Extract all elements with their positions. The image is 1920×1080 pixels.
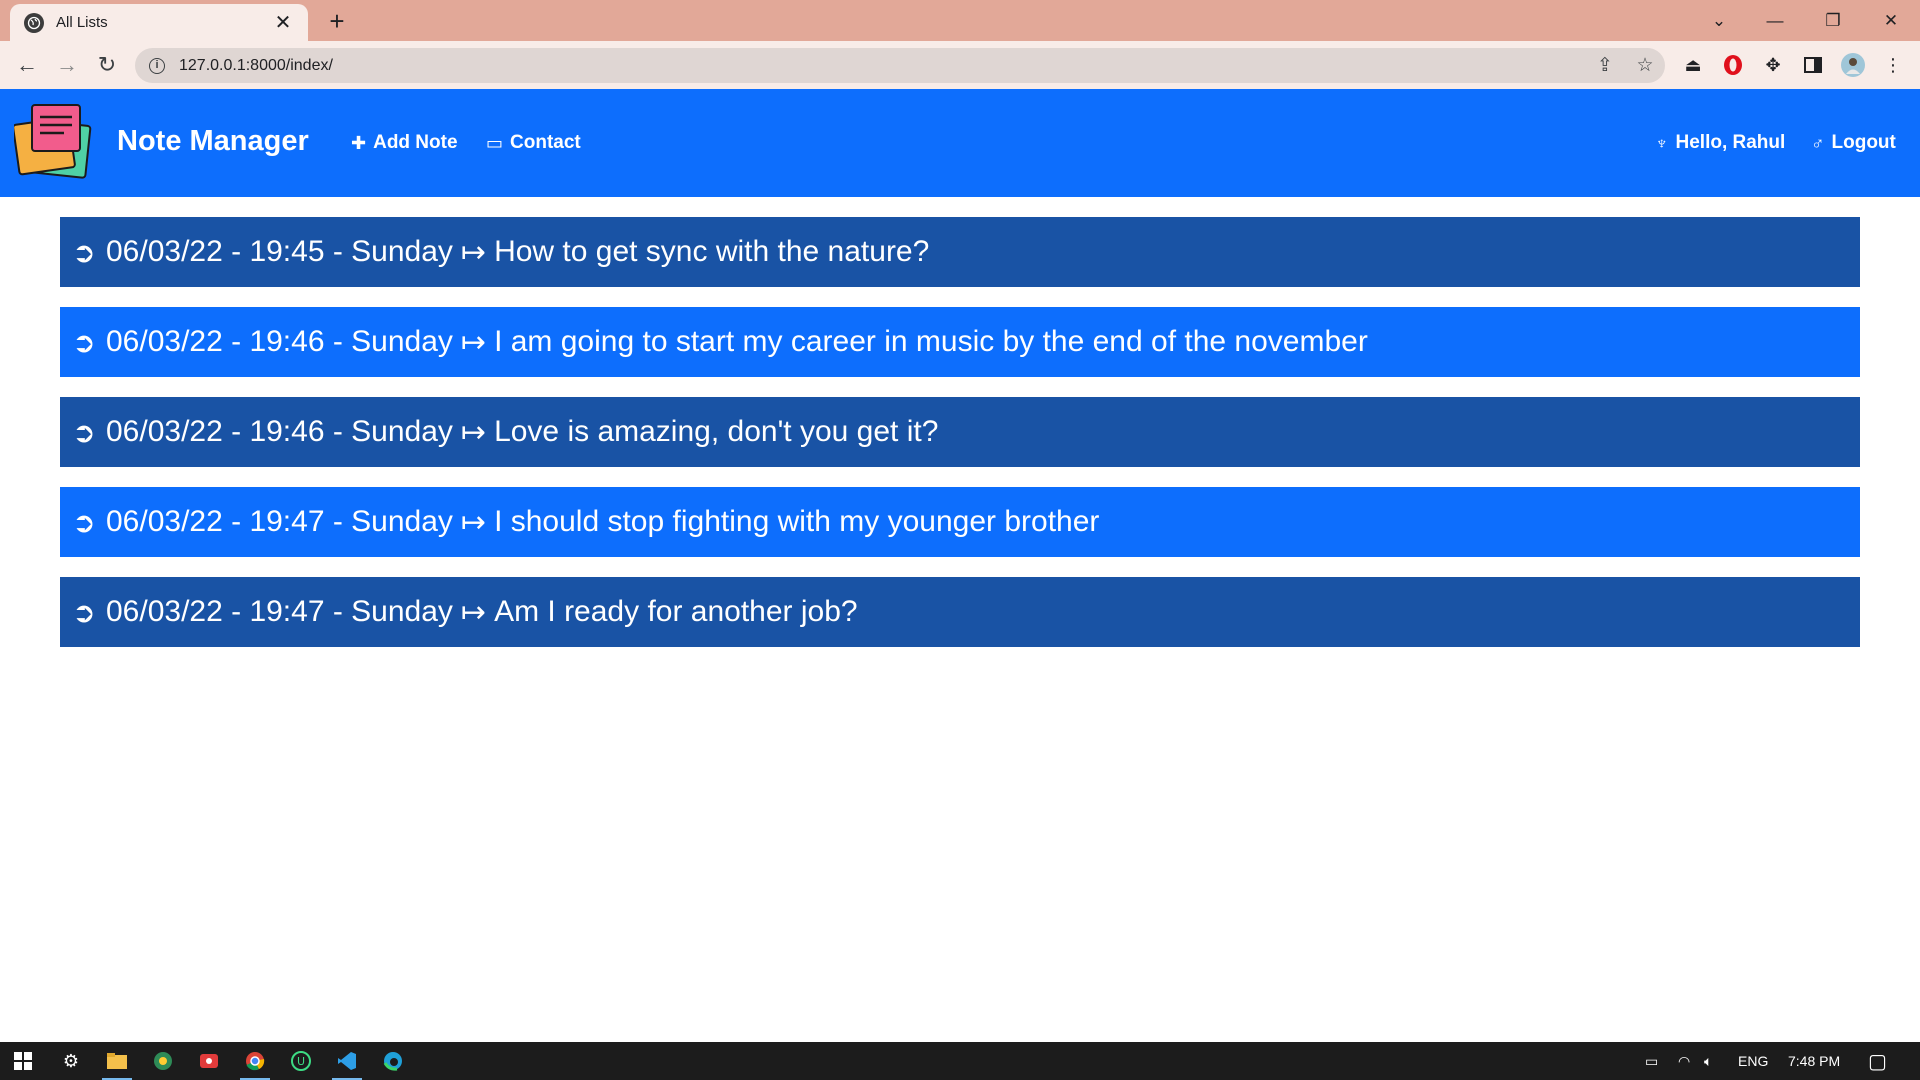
opera-extension-icon[interactable] (1720, 52, 1746, 78)
logout-icon: ♂ (1811, 132, 1825, 153)
minimize-icon[interactable]: — (1752, 0, 1798, 41)
contact-link[interactable]: ▭ Contact (486, 132, 581, 154)
add-note-link[interactable]: ✚ Add Note (351, 132, 458, 154)
side-panel-icon[interactable] (1800, 52, 1826, 78)
forward-icon[interactable]: → (51, 49, 83, 81)
upwork-icon[interactable]: U (278, 1042, 324, 1080)
photos-app-icon[interactable] (140, 1042, 186, 1080)
chrome-icon[interactable] (232, 1042, 278, 1080)
clock[interactable]: 7:48 PM (1788, 1042, 1840, 1080)
browser-tab[interactable]: All Lists ✕ (10, 4, 308, 41)
note-item[interactable]: ➲ 06/03/22 - 19:46 - Sunday ↦ Love is am… (60, 397, 1860, 467)
note-item[interactable]: ➲ 06/03/22 - 19:47 - Sunday ↦ Am I ready… (60, 577, 1860, 647)
note-bullet-icon: ➲ (72, 596, 96, 628)
add-note-label: Add Note (373, 132, 458, 153)
note-timestamp: 06/03/22 - 19:47 - Sunday (106, 595, 453, 628)
back-icon[interactable]: ← (11, 49, 43, 81)
windows-start-icon[interactable] (0, 1042, 46, 1080)
site-info-icon[interactable]: i (149, 57, 165, 74)
note-timestamp: 06/03/22 - 19:47 - Sunday (106, 505, 453, 538)
arrow-icon: ↦ (460, 595, 487, 629)
note-text: I should stop fighting with my younger b… (494, 505, 1100, 538)
contact-label: Contact (510, 132, 581, 153)
user-icon: ♆ (1655, 132, 1669, 153)
globe-icon (24, 12, 44, 33)
plus-icon: ✚ (351, 132, 367, 153)
battery-icon[interactable]: ▭ (1645, 1042, 1658, 1080)
share-icon[interactable]: ⇪ (1585, 54, 1625, 77)
arrow-icon: ↦ (460, 505, 487, 539)
arrow-icon: ↦ (460, 235, 487, 269)
address-bar[interactable]: i 127.0.0.1:8000/index/ ⇪ ☆ (135, 48, 1665, 83)
url-text[interactable]: 127.0.0.1:8000/index/ (179, 57, 1585, 75)
window-close-icon[interactable]: ✕ (1868, 0, 1914, 41)
note-item[interactable]: ➲ 06/03/22 - 19:47 - Sunday ↦ I should s… (60, 487, 1860, 557)
note-item[interactable]: ➲ 06/03/22 - 19:46 - Sunday ↦ I am going… (60, 307, 1860, 377)
browser-tab-strip: All Lists ✕ + ⌄ — ❐ ✕ (0, 0, 1920, 41)
browser-menu-icon[interactable]: ⋮ (1880, 52, 1906, 78)
tab-close-icon[interactable]: ✕ (272, 10, 294, 35)
notifications-icon[interactable]: ▢ (1868, 1042, 1887, 1080)
new-tab-button[interactable]: + (322, 6, 352, 36)
note-timestamp: 06/03/22 - 19:46 - Sunday (106, 415, 453, 448)
edge-icon[interactable] (370, 1042, 416, 1080)
file-explorer-icon[interactable] (94, 1042, 140, 1080)
wifi-icon[interactable]: ◠ (1678, 1042, 1690, 1080)
notes-list: ➲ 06/03/22 - 19:45 - Sunday ↦ How to get… (60, 217, 1860, 667)
logout-label: Logout (1831, 132, 1896, 153)
volume-icon[interactable]: 🔈︎ (1704, 1042, 1712, 1080)
note-bullet-icon: ➲ (72, 416, 96, 448)
note-bullet-icon: ➲ (72, 236, 96, 268)
app-navbar: Note Manager ✚ Add Note ▭ Contact ♆ Hell… (0, 89, 1920, 197)
bookmark-star-icon[interactable]: ☆ (1625, 54, 1665, 77)
extension-download-icon[interactable]: ⏏ (1680, 52, 1706, 78)
note-timestamp: 06/03/22 - 19:45 - Sunday (106, 235, 453, 268)
note-text: I am going to start my career in music b… (494, 325, 1368, 358)
greeting-label: Hello, Rahul (1675, 132, 1786, 153)
profile-avatar[interactable] (1840, 52, 1866, 78)
arrow-icon: ↦ (460, 325, 487, 359)
arrow-icon: ↦ (460, 415, 487, 449)
note-bullet-icon: ➲ (72, 506, 96, 538)
windows-taskbar: ⚙ U ▭ ◠ 🔈︎ ENG 7:48 PM ▢ (0, 1042, 1920, 1080)
language-indicator[interactable]: ENG (1738, 1042, 1768, 1080)
restore-icon[interactable]: ❐ (1810, 0, 1856, 41)
note-timestamp: 06/03/22 - 19:46 - Sunday (106, 325, 453, 358)
note-text: How to get sync with the nature? (494, 235, 930, 268)
envelope-icon: ▭ (486, 132, 504, 153)
settings-gear-icon[interactable]: ⚙ (48, 1042, 94, 1080)
browser-toolbar: ← → ↻ i 127.0.0.1:8000/index/ ⇪ ☆ ⏏ ✥ ⋮ (0, 41, 1920, 89)
note-text: Am I ready for another job? (494, 595, 858, 628)
note-bullet-icon: ➲ (72, 326, 96, 358)
note-item[interactable]: ➲ 06/03/22 - 19:45 - Sunday ↦ How to get… (60, 217, 1860, 287)
logout-link[interactable]: ♂ Logout (1811, 132, 1896, 154)
svg-text:U: U (297, 1055, 305, 1068)
brand-title[interactable]: Note Manager (117, 125, 309, 158)
extensions-puzzle-icon[interactable]: ✥ (1760, 52, 1786, 78)
note-text: Love is amazing, don't you get it? (494, 415, 939, 448)
reload-icon[interactable]: ↻ (91, 49, 123, 81)
note-manager-logo[interactable] (12, 103, 92, 179)
media-app-icon[interactable] (186, 1042, 232, 1080)
tab-search-icon[interactable]: ⌄ (1696, 0, 1742, 41)
vscode-icon[interactable] (324, 1042, 370, 1080)
tab-title: All Lists (56, 14, 108, 31)
user-greeting[interactable]: ♆ Hello, Rahul (1655, 132, 1785, 154)
